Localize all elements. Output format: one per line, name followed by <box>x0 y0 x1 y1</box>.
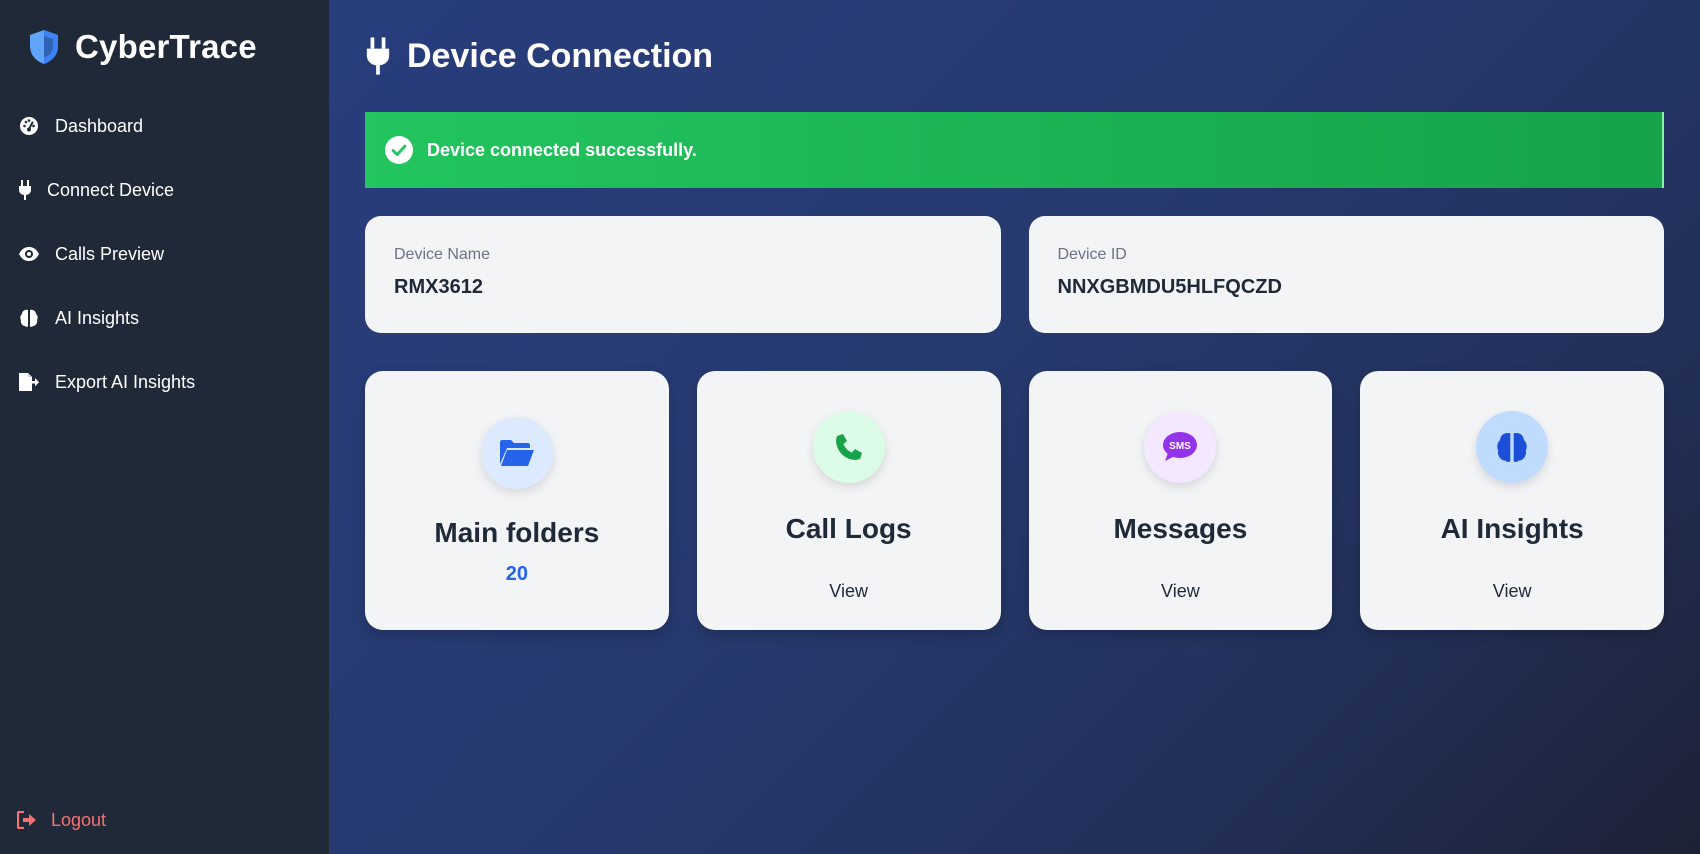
ai-insights-tile[interactable]: AI Insights View <box>1360 371 1664 630</box>
brand-name: CyberTrace <box>75 28 257 65</box>
file-export-icon <box>17 370 41 394</box>
device-id-card: Device ID NNXGBMDU5HLFQCZD <box>1028 216 1664 333</box>
success-alert: Device connected successfully. <box>365 112 1664 188</box>
alert-message: Device connected successfully. <box>427 139 697 160</box>
messages-tile[interactable]: SMS Messages View <box>1028 371 1333 630</box>
brand[interactable]: CyberTrace <box>0 0 329 94</box>
sidebar-item-connect-device[interactable]: Connect Device <box>0 158 329 222</box>
sidebar-item-export-ai-insights[interactable]: Export AI Insights <box>0 350 329 414</box>
check-circle-icon <box>385 136 413 164</box>
main-folders-count: 20 <box>505 563 528 585</box>
view-link[interactable]: View <box>829 581 868 602</box>
tile-title: AI Insights <box>1440 513 1584 544</box>
call-logs-tile[interactable]: Call Logs View <box>696 371 1001 630</box>
device-id-label: Device ID <box>1057 246 1127 263</box>
gauge-icon <box>17 114 41 138</box>
svg-text:SMS: SMS <box>1170 441 1192 452</box>
tile-title: Messages <box>1113 513 1248 544</box>
brain-icon <box>17 306 41 330</box>
sidebar-item-calls-preview[interactable]: Calls Preview <box>0 222 329 286</box>
sidebar-item-label: Export AI Insights <box>55 371 196 392</box>
device-name-value: RMX3612 <box>394 276 483 298</box>
feature-tiles: Main folders 20 Call Logs View SMS Messa… <box>365 371 1664 630</box>
main-content: Device Connection Device connected succe… <box>329 0 1700 854</box>
device-name-label: Device Name <box>394 246 491 263</box>
shield-icon <box>27 27 63 67</box>
sidebar-item-label: AI Insights <box>55 307 140 328</box>
plug-icon <box>365 36 395 76</box>
sidebar-nav: Dashboard Connect Device Calls Preview A… <box>0 94 329 414</box>
plug-icon <box>17 178 33 202</box>
device-name-card: Device Name RMX3612 <box>365 216 1001 333</box>
device-info-row: Device Name RMX3612 Device ID NNXGBMDU5H… <box>365 216 1664 333</box>
device-id-value: NNXGBMDU5HLFQCZD <box>1057 276 1282 298</box>
view-link[interactable]: View <box>1493 581 1532 602</box>
tile-title: Call Logs <box>785 513 912 544</box>
logout-label: Logout <box>51 809 107 830</box>
view-link[interactable]: View <box>1161 581 1200 602</box>
sidebar-item-ai-insights[interactable]: AI Insights <box>0 286 329 350</box>
tile-title: Main folders <box>434 517 600 548</box>
phone-icon <box>812 411 885 483</box>
folder-open-icon <box>480 417 553 489</box>
sidebar-item-dashboard[interactable]: Dashboard <box>0 94 329 158</box>
page-title: Device Connection <box>407 36 714 75</box>
sidebar-item-label: Connect Device <box>47 179 175 200</box>
page-header: Device Connection <box>365 0 1664 112</box>
sidebar-item-label: Calls Preview <box>55 243 165 264</box>
eye-icon <box>17 242 41 266</box>
brain-icon <box>1476 411 1549 483</box>
sidebar-item-label: Dashboard <box>55 115 144 136</box>
sidebar: CyberTrace Dashboard Connect Device Call… <box>0 0 329 854</box>
main-folders-tile[interactable]: Main folders 20 <box>365 371 669 630</box>
logout-icon <box>17 808 41 832</box>
logout-button[interactable]: Logout <box>17 808 106 832</box>
sms-icon: SMS <box>1144 411 1217 483</box>
